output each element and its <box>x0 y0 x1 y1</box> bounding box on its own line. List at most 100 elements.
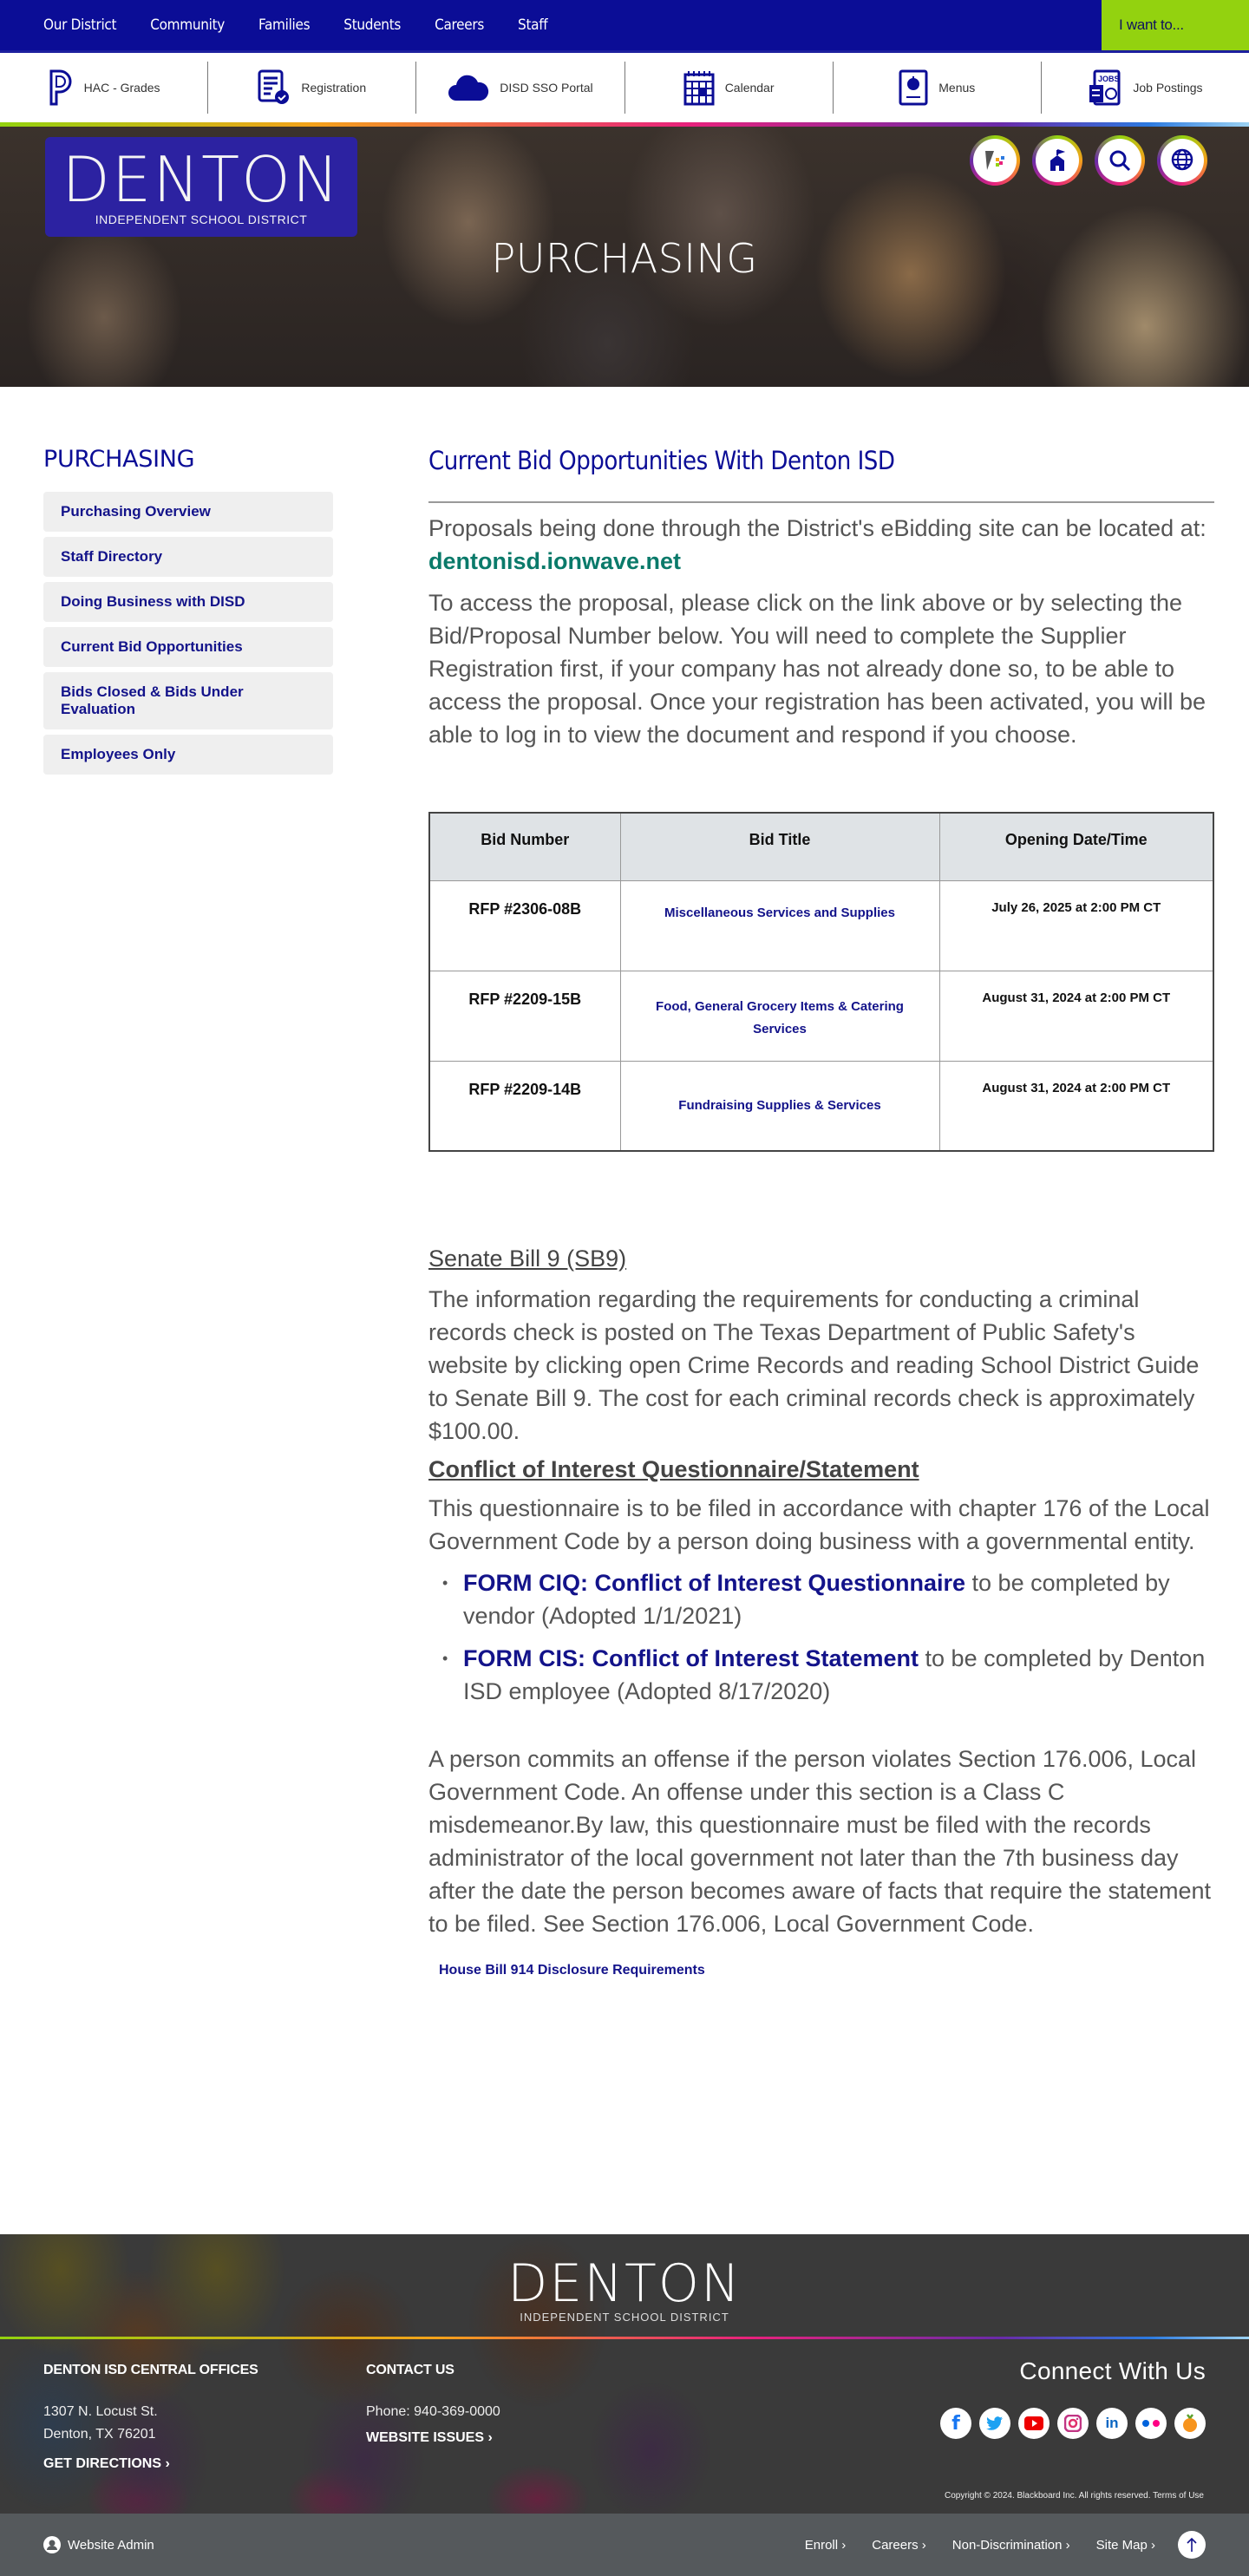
sb9-text: The information regarding the requiremen… <box>428 1286 1200 1444</box>
footer-contact: CONTACT US Phone: 940-369-0000 WEBSITE I… <box>366 2363 500 2446</box>
flickr-icon[interactable] <box>1135 2408 1167 2439</box>
quicklink-calendar[interactable]: Calendar <box>625 62 834 114</box>
bid-title-link[interactable]: Miscellaneous Services and Supplies <box>619 879 940 971</box>
footer-offices: DENTON ISD CENTRAL OFFICES 1307 N. Locus… <box>43 2363 258 2472</box>
peachjar-icon[interactable] <box>1174 2408 1206 2439</box>
intro-text: Proposals being done through the Distric… <box>428 515 1206 541</box>
powerschool-icon <box>49 69 72 106</box>
main-content: Current Bid Opportunities With Denton IS… <box>428 446 1214 2234</box>
quicklink-hac-grades[interactable]: HAC - Grades <box>0 62 209 114</box>
facebook-icon[interactable]: f <box>940 2408 971 2439</box>
youtube-icon[interactable] <box>1018 2408 1050 2439</box>
district-logo-button[interactable] <box>970 135 1020 186</box>
calendar-icon <box>683 71 715 106</box>
footer-logo-wordmark: DENTON <box>507 2253 742 2314</box>
nav-careers[interactable]: Careers <box>435 16 484 34</box>
i-want-to-button[interactable]: I want to... <box>1102 0 1249 50</box>
website-admin-label: Website Admin <box>68 2537 154 2553</box>
sidebar-item-staff-directory[interactable]: Staff Directory <box>43 537 333 577</box>
schools-button[interactable] <box>1032 135 1082 186</box>
user-icon <box>43 2536 61 2553</box>
bid-opening-date: August 31, 2024 at 2:00 PM CT <box>938 970 1214 1062</box>
bid-title-link[interactable]: Fundraising Supplies & Services <box>619 1060 940 1152</box>
sb9-heading[interactable]: Senate Bill 9 (SB9) <box>428 1246 1214 1272</box>
bids-table: Bid Number Bid Title Opening Date/Time R… <box>428 812 1214 1152</box>
bid-number[interactable]: RFP #2306-08B <box>428 879 621 971</box>
translate-button[interactable] <box>1157 135 1207 186</box>
page-content: PURCHASING Purchasing Overview Staff Dir… <box>0 387 1249 2234</box>
ebidding-intro: Proposals being done through the Distric… <box>428 512 1214 578</box>
arrow-up-icon <box>1187 2537 1197 2552</box>
sidebar-item-current-bids[interactable]: Current Bid Opportunities <box>43 627 333 667</box>
linkedin-icon[interactable]: in <box>1096 2408 1128 2439</box>
col-bid-number: Bid Number <box>428 812 621 881</box>
quicklink-label: Registration <box>301 81 367 95</box>
svg-text:JOBS: JOBS <box>1098 75 1120 83</box>
non-discrimination-link[interactable]: Non-Discrimination › <box>952 2538 1070 2553</box>
nav-families[interactable]: Families <box>258 16 311 34</box>
ionwave-link[interactable]: dentonisd.ionwave.net <box>428 548 681 574</box>
sidebar-item-doing-business[interactable]: Doing Business with DISD <box>43 582 333 622</box>
col-opening-date: Opening Date/Time <box>938 812 1214 881</box>
copyright-text: Copyright © 2024. Blackboard Inc. All ri… <box>944 2491 1151 2501</box>
website-issues-link[interactable]: WEBSITE ISSUES › <box>366 2430 493 2446</box>
social-links: f in <box>940 2408 1206 2439</box>
site-map-link[interactable]: Site Map › <box>1096 2538 1155 2553</box>
sidebar-item-purchasing-overview[interactable]: Purchasing Overview <box>43 492 333 532</box>
search-button[interactable] <box>1095 135 1145 186</box>
form-ciq-link[interactable]: FORM CIQ: Conflict of Interest Questionn… <box>463 1570 965 1596</box>
schools-icon <box>1050 149 1066 171</box>
bid-number[interactable]: RFP #2209-14B <box>428 1060 621 1152</box>
page-title: PURCHASING <box>491 235 758 282</box>
quicklink-sso-portal[interactable]: DISD SSO Portal <box>416 62 625 114</box>
quicklink-label: Job Postings <box>1133 81 1203 95</box>
registration-icon <box>258 69 290 104</box>
table-header-row: Bid Number Bid Title Opening Date/Time <box>428 812 1214 881</box>
access-instructions: To access the proposal, please click on … <box>428 590 1206 748</box>
district-logo[interactable]: DENTON INDEPENDENT SCHOOL DISTRICT <box>45 137 357 237</box>
back-to-top-button[interactable] <box>1178 2531 1206 2559</box>
bid-number[interactable]: RFP #2209-15B <box>428 970 621 1062</box>
bottom-bar: Website Admin Enroll › Careers › Non-Dis… <box>0 2514 1249 2576</box>
forms-list: FORM CIQ: Conflict of Interest Questionn… <box>439 1566 1214 1708</box>
offense-text: A person commits an offense if the perso… <box>428 1746 1212 1937</box>
nav-students[interactable]: Students <box>343 16 401 34</box>
quicklink-registration[interactable]: Registration <box>208 62 417 114</box>
sidebar-item-bids-closed[interactable]: Bids Closed & Bids Under Evaluation <box>43 672 333 729</box>
terms-of-use-link[interactable]: Terms of Use <box>1153 2491 1204 2501</box>
quicklink-job-postings[interactable]: JOBS Job Postings <box>1042 62 1249 114</box>
form-cis-link[interactable]: FORM CIS: Conflict of Interest Statement <box>463 1645 919 1671</box>
list-item: FORM CIS: Conflict of Interest Statement… <box>439 1642 1214 1708</box>
menu-apple-icon <box>899 69 928 106</box>
list-item: FORM CIQ: Conflict of Interest Questionn… <box>439 1566 1214 1632</box>
hb914-link[interactable]: House Bill 914 Disclosure Requirements <box>439 1963 705 1978</box>
top-navigation: Our District Community Families Students… <box>0 0 1249 50</box>
translate-globe-icon <box>1171 148 1193 171</box>
hero-utility-icons <box>970 135 1207 186</box>
sidebar-title: PURCHASING <box>43 446 195 473</box>
quicklink-menus[interactable]: Menus <box>834 62 1042 114</box>
col-bid-title: Bid Title <box>619 812 940 881</box>
copyright: Copyright © 2024. Blackboard Inc. All ri… <box>945 2491 1204 2501</box>
quicklink-label: HAC - Grades <box>83 81 160 95</box>
phone-number: Phone: 940-369-0000 <box>366 2404 500 2419</box>
website-admin-link[interactable]: Website Admin <box>43 2536 154 2553</box>
cloud-icon <box>448 75 489 101</box>
bid-title-link[interactable]: Food, General Grocery Items & Catering S… <box>619 970 940 1062</box>
hero-banner: DENTON INDEPENDENT SCHOOL DISTRICT PURCH… <box>0 127 1249 387</box>
careers-link[interactable]: Careers › <box>872 2538 926 2553</box>
address-line-1: 1307 N. Locust St. <box>43 2404 158 2419</box>
twitter-icon[interactable] <box>979 2408 1010 2439</box>
bid-opening-date: August 31, 2024 at 2:00 PM CT <box>938 1060 1214 1152</box>
get-directions-link[interactable]: GET DIRECTIONS › <box>43 2456 170 2472</box>
bid-opening-date: July 26, 2025 at 2:00 PM CT <box>938 879 1214 971</box>
table-row: RFP #2306-08B Miscellaneous Services and… <box>428 879 1214 971</box>
instagram-icon[interactable] <box>1057 2408 1089 2439</box>
enroll-link[interactable]: Enroll › <box>805 2538 847 2553</box>
bottom-links: Enroll › Careers › Non-Discrimination › … <box>805 2538 1155 2553</box>
sidebar-item-employees-only[interactable]: Employees Only <box>43 735 333 775</box>
nav-community[interactable]: Community <box>150 16 225 34</box>
nav-staff[interactable]: Staff <box>518 16 548 34</box>
table-row: RFP #2209-14B Fundraising Supplies & Ser… <box>428 1060 1214 1152</box>
nav-our-district[interactable]: Our District <box>43 16 117 34</box>
